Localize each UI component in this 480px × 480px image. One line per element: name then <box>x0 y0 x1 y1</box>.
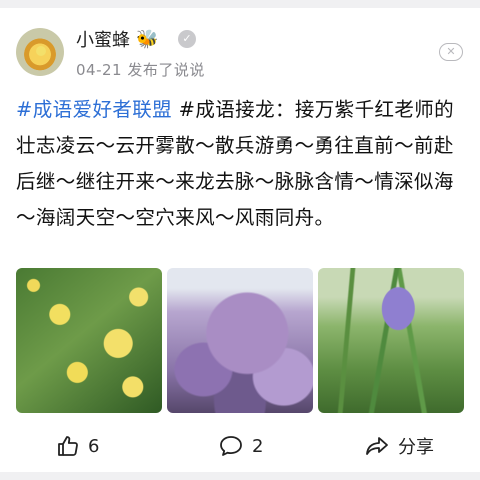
comment-bubble-icon <box>218 434 244 458</box>
iris-photo[interactable] <box>318 268 464 413</box>
comment-button[interactable]: 2 <box>218 428 263 464</box>
yellow-rose-photo[interactable] <box>16 268 162 413</box>
bee-icon: 🐝 <box>136 28 159 50</box>
avatar[interactable] <box>16 28 64 76</box>
wisteria-photo[interactable] <box>167 268 313 413</box>
author-name[interactable]: 小蜜蜂 🐝 <box>76 26 158 52</box>
top-divider <box>0 0 480 8</box>
close-icon[interactable]: ✕ <box>439 43 463 61</box>
post-meta: 04-21 发布了说说 <box>76 61 205 79</box>
like-button[interactable]: 6 <box>56 428 99 464</box>
comment-count: 2 <box>252 435 264 457</box>
author-name-text: 小蜜蜂 <box>76 30 130 51</box>
post-content: #成语爱好者联盟 #成语接龙：接万紫千红老师的壮志凌云～云开雾散～散兵游勇～勇往… <box>16 92 466 236</box>
share-label: 分享 <box>398 437 434 458</box>
share-button[interactable]: 分享 <box>364 428 434 464</box>
like-count: 6 <box>88 435 100 457</box>
share-arrow-icon <box>364 434 390 458</box>
hashtag-link[interactable]: #成语爱好者联盟 <box>16 98 172 121</box>
bottom-divider <box>0 472 480 480</box>
action-bar: 6 2 分享 <box>0 428 480 464</box>
thumbs-up-icon <box>56 434 80 458</box>
verified-badge-icon: ✓ <box>178 30 196 48</box>
